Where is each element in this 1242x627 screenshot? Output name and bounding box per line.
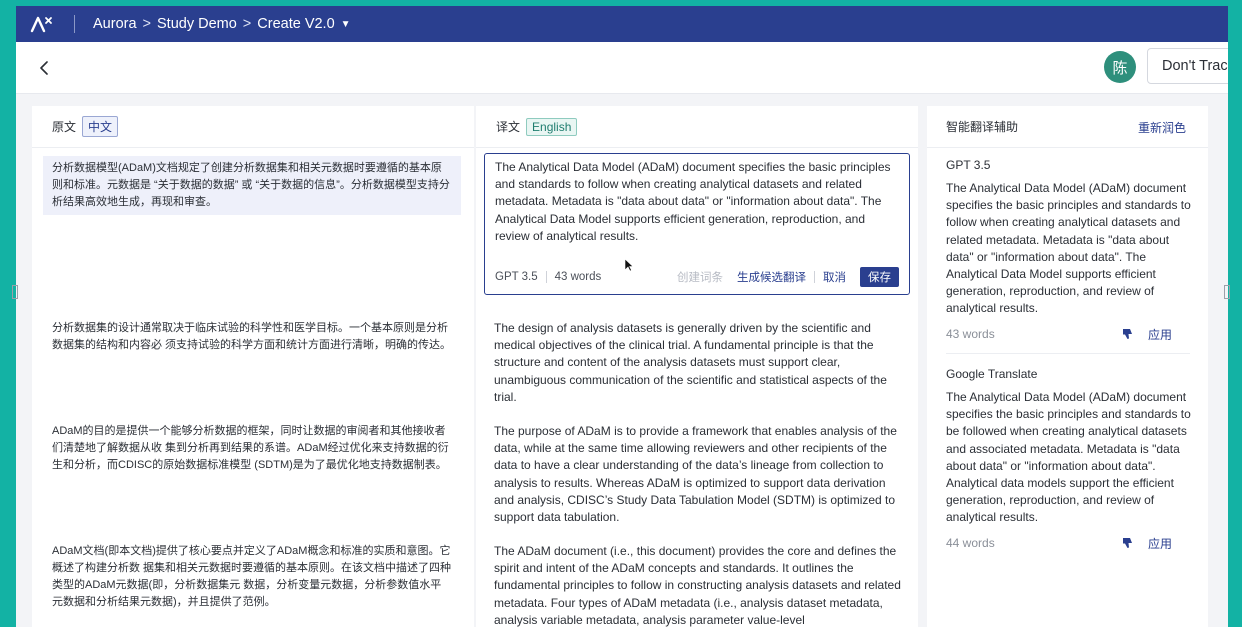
breadcrumb: Aurora > Study Demo > Create V2.0 ▼ bbox=[93, 16, 351, 32]
translation-panel: 译文 English The Analytical Data Model (AD… bbox=[476, 106, 918, 627]
save-button[interactable]: 保存 bbox=[860, 267, 899, 287]
topbar-separator bbox=[74, 15, 75, 33]
chevron-right-icon: > bbox=[242, 16, 252, 32]
breadcrumb-version[interactable]: Create V2.0 bbox=[257, 16, 334, 32]
editor-actions-divider bbox=[814, 271, 815, 283]
top-navigation-bar: Aurora > Study Demo > Create V2.0 ▼ bbox=[16, 6, 1228, 42]
suggestion-engine-name: GPT 3.5 bbox=[946, 158, 991, 172]
source-segment-active[interactable]: 分析数据模型(ADaM)文档规定了创建分析数据集和相关元数据时要遵循的基本原则和… bbox=[43, 156, 461, 215]
mouse-cursor-icon bbox=[624, 258, 634, 272]
target-language-tag[interactable]: English bbox=[526, 117, 578, 136]
translation-editor[interactable]: The Analytical Data Model (ADaM) documen… bbox=[484, 153, 910, 295]
dont-track-button[interactable]: Don't Trac bbox=[1147, 48, 1228, 84]
assistant-suggestion-gpt: GPT 3.5 The Analytical Data Model (ADaM)… bbox=[946, 158, 1192, 343]
translation-assistant-panel: 智能翻译辅助 重新润色 GPT 3.5 The Analytical Data … bbox=[927, 106, 1208, 627]
editor-footer-divider bbox=[545, 271, 547, 283]
suggestion-text: The Analytical Data Model (ADaM) documen… bbox=[946, 181, 1191, 316]
assistant-suggestion-google: Google Translate The Analytical Data Mod… bbox=[946, 367, 1192, 552]
suggestion-word-count: 43 words bbox=[946, 327, 995, 342]
apply-suggestion-button[interactable]: 应用 bbox=[1148, 535, 1172, 552]
source-segment[interactable]: ADaM的目的是提供一个能够分析数据的框架，同时让数据的审阅者和其他接收者们清楚… bbox=[43, 419, 461, 478]
caret-down-icon[interactable]: ▼ bbox=[341, 19, 351, 30]
translation-segment[interactable]: The purpose of ADaM is to provide a fram… bbox=[494, 423, 902, 526]
editor-actions: 创建词条 生成候选翻译 取消 保存 bbox=[677, 267, 899, 287]
suggestion-text: The Analytical Data Model (ADaM) documen… bbox=[946, 390, 1191, 525]
translation-label: 译文 bbox=[496, 120, 521, 134]
translation-panel-header: 译文 English bbox=[476, 106, 918, 148]
suggestion-word-count: 44 words bbox=[946, 536, 995, 551]
breadcrumb-aurora[interactable]: Aurora bbox=[93, 16, 137, 32]
editor-model-label: GPT 3.5 bbox=[495, 271, 538, 283]
aurora-logo-icon[interactable] bbox=[30, 14, 54, 34]
editor-word-count: 43 words bbox=[554, 271, 602, 283]
suggestion-divider bbox=[946, 353, 1190, 354]
generate-candidates-button[interactable]: 生成候选翻译 bbox=[737, 269, 806, 285]
translation-editor-text[interactable]: The Analytical Data Model (ADaM) documen… bbox=[495, 159, 899, 245]
source-label: 原文 bbox=[52, 120, 77, 134]
breadcrumb-study[interactable]: Study Demo bbox=[157, 16, 237, 32]
editor-footer: GPT 3.5 43 words 创建词条 生成候选翻译 取消 保存 bbox=[495, 267, 899, 287]
back-arrow-icon[interactable] bbox=[38, 60, 52, 75]
apply-suggestion-button[interactable]: 应用 bbox=[1148, 326, 1172, 343]
chevron-right-icon: > bbox=[142, 16, 151, 32]
thumbs-down-icon[interactable] bbox=[1122, 537, 1134, 549]
left-resize-handle[interactable] bbox=[12, 285, 18, 299]
suggestion-footer: 43 words 应用 bbox=[946, 326, 1192, 343]
create-term-button[interactable]: 创建词条 bbox=[677, 269, 723, 285]
repolish-button[interactable]: 重新润色 bbox=[1138, 119, 1186, 136]
translation-segment[interactable]: The ADaM document (i.e., this document) … bbox=[494, 543, 902, 627]
source-language-tag[interactable]: 中文 bbox=[82, 116, 119, 137]
suggestion-footer: 44 words 应用 bbox=[946, 535, 1192, 552]
cancel-button[interactable]: 取消 bbox=[823, 269, 846, 285]
page-header: 陈 Don't Trac bbox=[16, 42, 1228, 94]
assistant-title: 智能翻译辅助 bbox=[946, 120, 1019, 134]
source-segment[interactable]: ADaM文档(即本文档)提供了核心要点并定义了ADaM概念和标准的实质和意图。它… bbox=[43, 539, 461, 615]
source-panel-header: 原文 中文 bbox=[32, 106, 474, 148]
source-segment[interactable]: 分析数据集的设计通常取决于临床试验的科学性和医学目标。一个基本原则是分析数据集的… bbox=[43, 316, 461, 358]
suggestion-engine-name: Google Translate bbox=[946, 367, 1038, 381]
thumbs-down-icon[interactable] bbox=[1122, 328, 1134, 340]
right-resize-handle[interactable] bbox=[1224, 285, 1230, 299]
app-window: Aurora > Study Demo > Create V2.0 ▼ 陈 Do… bbox=[16, 6, 1228, 627]
user-avatar[interactable]: 陈 bbox=[1104, 51, 1136, 83]
translation-segment[interactable]: The design of analysis datasets is gener… bbox=[494, 320, 902, 406]
source-panel: 原文 中文 分析数据模型(ADaM)文档规定了创建分析数据集和相关元数据时要遵循… bbox=[32, 106, 474, 627]
